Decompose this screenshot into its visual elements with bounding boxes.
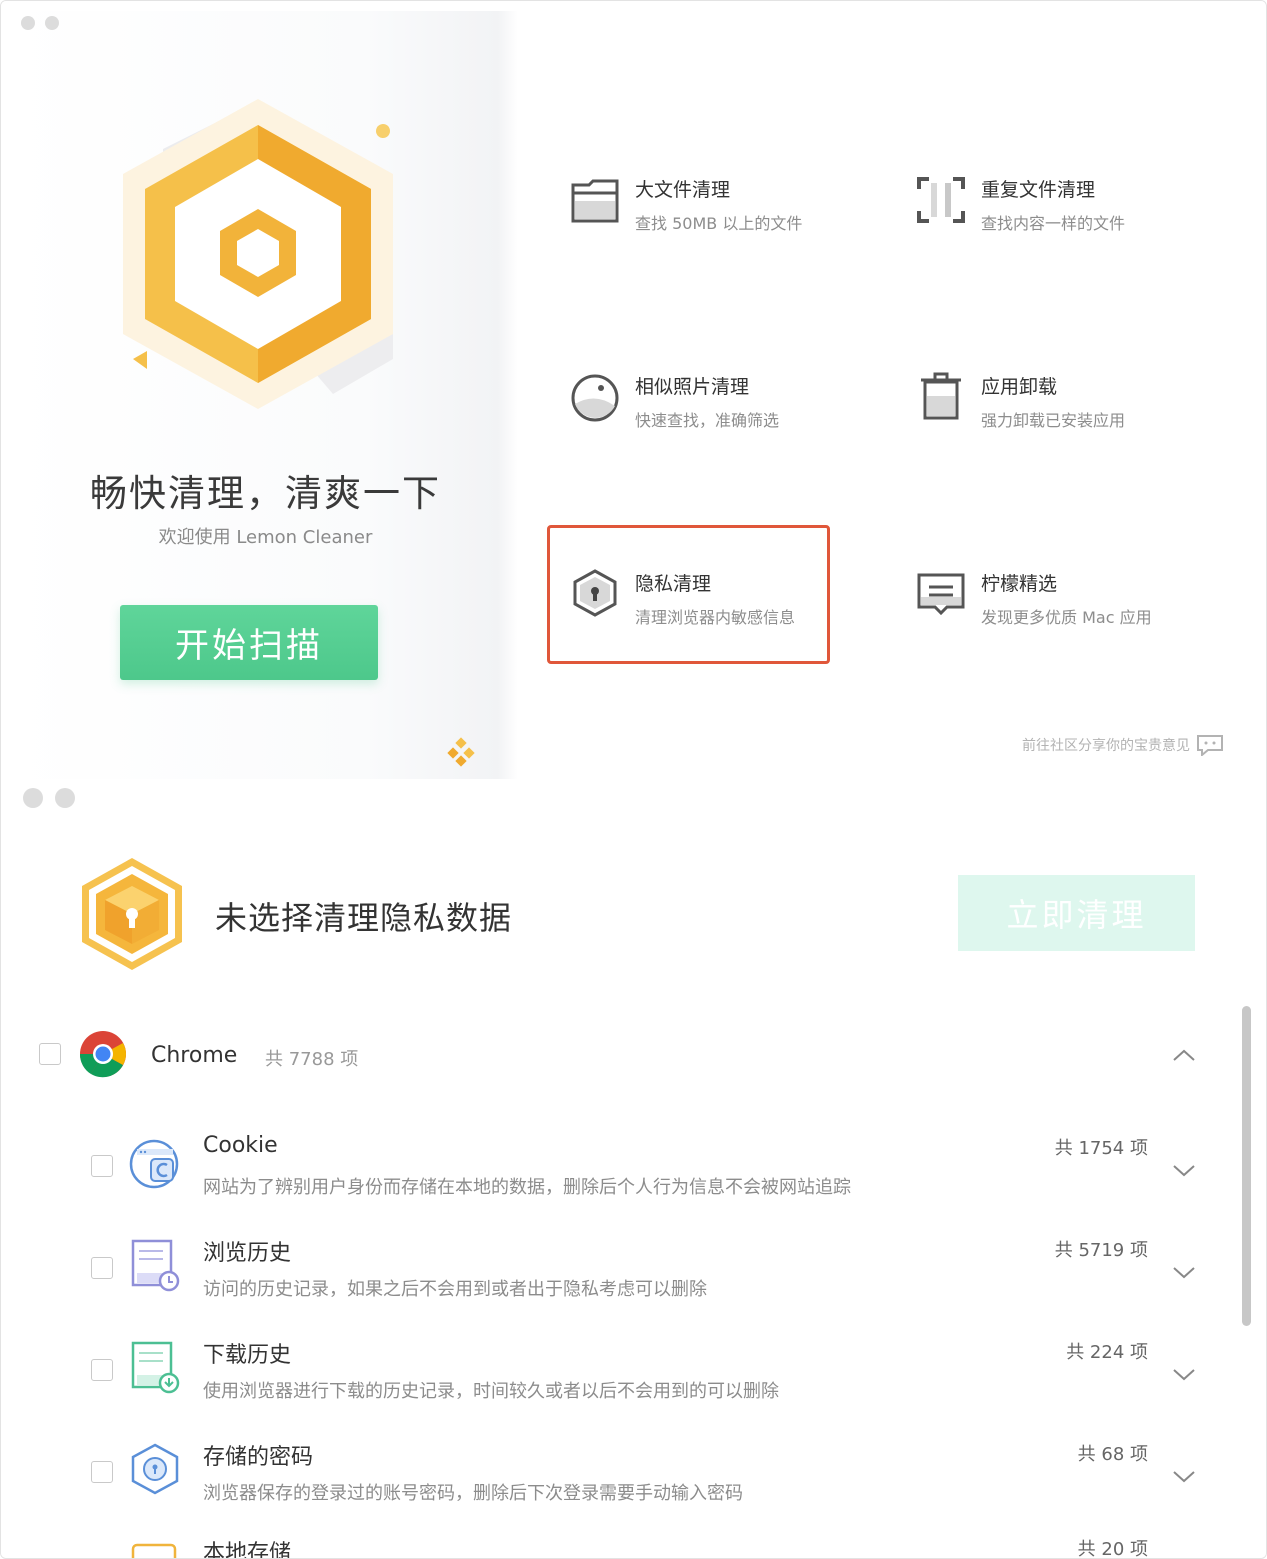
item-title: 本地存储 xyxy=(203,1541,292,1559)
feature-title: 重复文件清理 xyxy=(981,179,1096,201)
privacy-window: 未选择清理隐私数据 立即清理 Chrome 共 7788 项 Cookie 网站… xyxy=(1,781,1266,1559)
feature-duplicate-files[interactable]: 重复文件清理 查找内容一样的文件 xyxy=(915,173,1125,234)
feature-title: 应用卸载 xyxy=(981,376,1058,398)
list-item-browse-history[interactable]: 浏览历史 访问的历史记录，如果之后不会用到或者出于隐私考虑可以删除 共 5719… xyxy=(1,1221,1266,1323)
feature-privacy-clean[interactable]: 隐私清理 清理浏览器内敏感信息 xyxy=(569,567,795,628)
chevron-down-icon[interactable] xyxy=(1172,1469,1196,1483)
chevron-down-icon[interactable] xyxy=(1172,1265,1196,1279)
chevron-up-icon[interactable] xyxy=(1172,1048,1196,1062)
feature-subtitle: 清理浏览器内敏感信息 xyxy=(635,608,796,627)
window-controls xyxy=(23,788,75,808)
privacy-shield-icon xyxy=(573,569,617,617)
photo-icon xyxy=(571,374,619,422)
item-count: 共 224 项 xyxy=(1066,1342,1148,1363)
list-item-download-history[interactable]: 下载历史 使用浏览器进行下载的历史记录，时间较久或者以后不会用到的可以删除 共 … xyxy=(1,1323,1266,1425)
browser-name: Chrome xyxy=(151,1043,238,1068)
item-description: 访问的历史记录，如果之后不会用到或者出于隐私考虑可以删除 xyxy=(203,1279,707,1300)
item-description: 网站为了辨别用户身份而存储在本地的数据，删除后个人行为信息不会被网站追踪 xyxy=(203,1177,851,1198)
feature-title: 隐私清理 xyxy=(635,573,712,595)
home-window: 畅快清理，清爽一下 欢迎使用 Lemon Cleaner 开始扫描 大文件清理 xyxy=(1,1,1266,779)
feature-subtitle: 强力卸载已安装应用 xyxy=(981,411,1126,430)
screenshot-frame: 畅快清理，清爽一下 欢迎使用 Lemon Cleaner 开始扫描 大文件清理 xyxy=(0,0,1267,1559)
feedback-bubble-icon xyxy=(1197,735,1223,756)
list-item-saved-passwords[interactable]: 存储的密码 浏览器保存的登录过的账号密码，删除后下次登录需要手动输入密码 共 6… xyxy=(1,1425,1266,1527)
browser-count: 共 7788 项 xyxy=(265,1049,359,1070)
item-count: 共 20 项 xyxy=(1077,1539,1148,1559)
close-window-dot[interactable] xyxy=(21,16,35,30)
chevron-down-icon[interactable] xyxy=(1172,1163,1196,1177)
chrome-checkbox[interactable] xyxy=(39,1043,61,1065)
item-description: 使用浏览器进行下载的历史记录，时间较久或者以后不会用到的可以删除 xyxy=(203,1381,779,1402)
window-controls xyxy=(21,16,59,30)
item-count: 共 68 项 xyxy=(1077,1444,1148,1465)
community-feedback-link[interactable]: 前往社区分享你的宝贵意见 xyxy=(1022,734,1224,756)
item-count: 共 5719 项 xyxy=(1054,1240,1148,1261)
feature-app-uninstall[interactable]: 应用卸载 强力卸载已安装应用 xyxy=(915,370,1125,431)
feature-title: 大文件清理 xyxy=(635,179,731,201)
feature-similar-photos[interactable]: 相似照片清理 快速查找，准确筛选 xyxy=(569,370,779,431)
item-description: 浏览器保存的登录过的账号密码，删除后下次登录需要手动输入密码 xyxy=(203,1483,743,1504)
item-checkbox[interactable] xyxy=(91,1461,113,1483)
chrome-icon xyxy=(79,1031,126,1078)
community-link-text: 前往社区分享你的宝贵意见 xyxy=(1022,738,1190,754)
list-item-cookie[interactable]: Cookie 网站为了辨别用户身份而存储在本地的数据，删除后个人行为信息不会被网… xyxy=(1,1119,1266,1221)
message-board-icon xyxy=(917,573,965,616)
clean-now-button[interactable]: 立即清理 xyxy=(958,875,1195,951)
item-checkbox[interactable] xyxy=(91,1257,113,1279)
feature-large-files[interactable]: 大文件清理 查找 50MB 以上的文件 xyxy=(569,173,802,234)
lemon-hexagon-logo xyxy=(123,99,393,409)
feature-subtitle: 查找内容一样的文件 xyxy=(981,214,1126,233)
history-icon xyxy=(131,1239,180,1292)
item-checkbox[interactable] xyxy=(91,1359,113,1381)
item-title: Cookie xyxy=(203,1133,278,1158)
trash-icon xyxy=(921,372,961,420)
minimize-window-dot[interactable] xyxy=(55,788,75,808)
start-scan-button[interactable]: 开始扫描 xyxy=(120,605,378,680)
minimize-window-dot[interactable] xyxy=(45,16,59,30)
feature-title: 相似照片清理 xyxy=(635,376,750,398)
home-left-panel: 畅快清理，清爽一下 欢迎使用 Lemon Cleaner 开始扫描 xyxy=(13,11,518,779)
folder-icon xyxy=(571,179,619,223)
feature-subtitle: 发现更多优质 Mac 应用 xyxy=(981,608,1152,627)
close-window-dot[interactable] xyxy=(23,788,43,808)
item-title: 浏览历史 xyxy=(203,1241,292,1266)
password-icon xyxy=(131,1443,179,1495)
chevron-down-icon[interactable] xyxy=(1172,1367,1196,1381)
diamond-icon xyxy=(447,737,475,767)
item-checkbox[interactable] xyxy=(91,1155,113,1177)
duplicate-frame-icon xyxy=(917,177,965,223)
feature-lemon-picks[interactable]: 柠檬精选 发现更多优质 Mac 应用 xyxy=(915,567,1152,628)
feature-subtitle: 快速查找，准确筛选 xyxy=(635,411,780,430)
item-count: 共 1754 项 xyxy=(1054,1138,1148,1159)
list-item-local-storage[interactable]: 本地存储 共 20 项 xyxy=(1,1527,1266,1559)
download-history-icon xyxy=(131,1341,180,1394)
welcome-text: 欢迎使用 Lemon Cleaner xyxy=(158,527,373,548)
privacy-box-icon xyxy=(82,858,182,970)
item-title: 下载历史 xyxy=(203,1343,292,1368)
home-slogan: 畅快清理，清爽一下 xyxy=(90,472,441,515)
feature-subtitle: 查找 50MB 以上的文件 xyxy=(635,214,803,233)
item-title: 存储的密码 xyxy=(203,1445,314,1470)
local-storage-icon xyxy=(131,1543,177,1558)
feature-title: 柠檬精选 xyxy=(981,573,1058,595)
cookie-icon xyxy=(129,1139,179,1189)
privacy-status-title: 未选择清理隐私数据 xyxy=(215,899,513,937)
